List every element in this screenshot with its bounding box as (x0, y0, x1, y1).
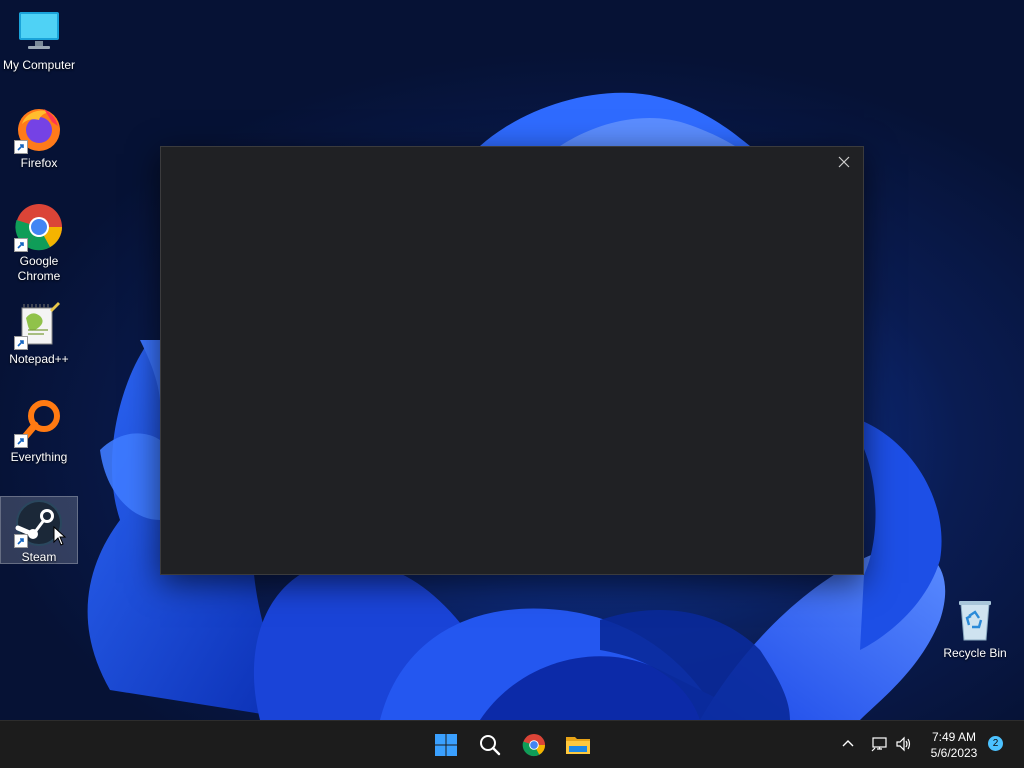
close-button[interactable] (831, 151, 857, 173)
monitor-icon (14, 6, 64, 56)
start-button[interactable] (428, 727, 464, 763)
taskbar-chrome-button[interactable] (516, 727, 552, 763)
desktop-icon-label: Steam (21, 550, 57, 564)
mouse-cursor-icon (53, 526, 67, 546)
chrome-icon (522, 733, 546, 757)
volume-icon (896, 736, 911, 752)
network-button[interactable] (870, 734, 890, 754)
desktop-icon-label: Firefox (20, 156, 58, 170)
windows-start-icon (435, 734, 457, 756)
desktop-icon-label: Everything (10, 450, 68, 464)
taskbar: 7:49 AM 5/6/2023 (0, 720, 1024, 768)
shortcut-arrow-icon (14, 434, 28, 448)
notepadpp-icon (14, 300, 64, 350)
show-hidden-icons-button[interactable] (838, 734, 858, 754)
volume-button[interactable] (894, 734, 914, 754)
search-icon (480, 735, 501, 756)
desktop-icon-firefox[interactable]: Firefox (0, 98, 78, 171)
clock[interactable]: 7:49 AM 5/6/2023 (920, 729, 988, 761)
desktop-icon-my-computer[interactable]: My Computer (0, 0, 78, 73)
firefox-icon (14, 104, 64, 154)
taskbar-file-explorer-button[interactable] (560, 727, 596, 763)
search-button[interactable] (472, 727, 508, 763)
desktop-icon-label: Google Chrome (17, 254, 61, 283)
desktop-icon-label: My Computer (2, 58, 76, 72)
recycle-bin-icon (950, 594, 1000, 644)
desktop-icon-recycle-bin[interactable]: Recycle Bin (936, 588, 1014, 661)
desktop-icon-notepadpp[interactable]: Notepad++ (0, 294, 78, 367)
desktop-icon-label: Recycle Bin (943, 646, 1007, 660)
close-icon (838, 156, 850, 168)
everything-search-icon (14, 398, 64, 448)
clock-time: 7:49 AM (931, 730, 977, 744)
empty-dialog-window[interactable] (160, 146, 864, 575)
shortcut-arrow-icon (14, 534, 28, 548)
chrome-icon (14, 202, 64, 252)
network-icon (871, 737, 887, 752)
shortcut-arrow-icon (14, 336, 28, 350)
desktop-icon-google-chrome[interactable]: Google Chrome (0, 196, 78, 284)
desktop-icon-label: Notepad++ (9, 352, 69, 366)
folder-icon (566, 737, 590, 754)
chevron-up-icon (842, 740, 854, 747)
clock-date: 5/6/2023 (930, 746, 978, 760)
desktop-icon-everything[interactable]: Everything (0, 392, 78, 465)
shortcut-arrow-icon (14, 140, 28, 154)
notification-badge[interactable]: 2 (988, 736, 1003, 751)
shortcut-arrow-icon (14, 238, 28, 252)
